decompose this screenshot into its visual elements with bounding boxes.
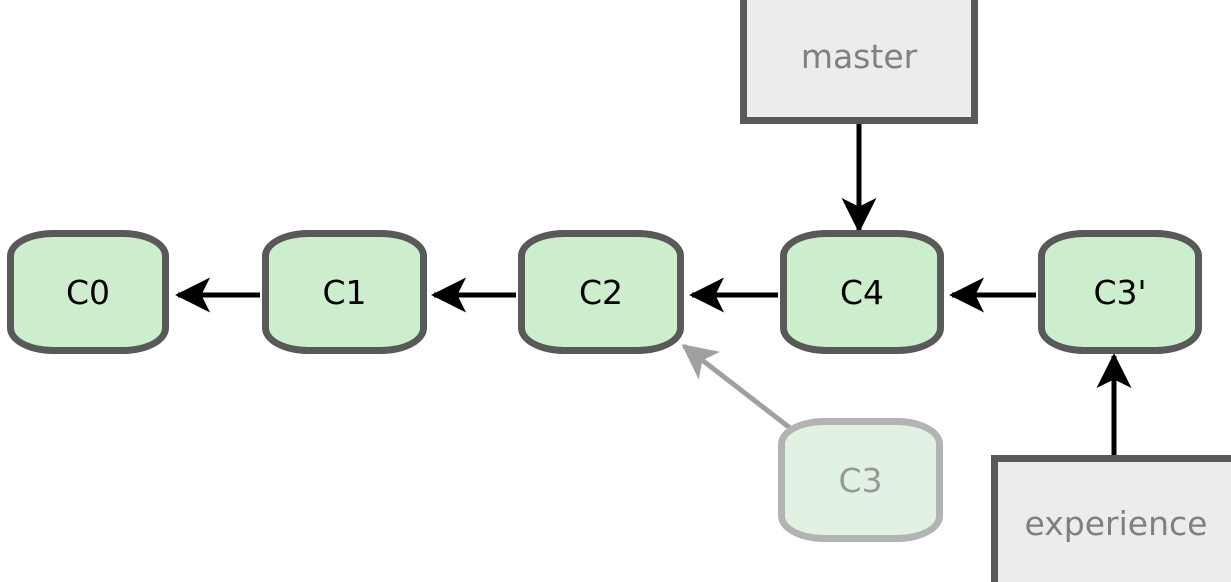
commit-node-c4[interactable]: C4 [780, 230, 944, 354]
commit-node-c3-obsolete[interactable]: C3 [778, 418, 943, 542]
branch-ref-master[interactable]: master [740, 0, 978, 124]
git-diagram-canvas: C0 C1 C2 C4 C3' C3 master experience [0, 0, 1231, 582]
commit-label: C1 [322, 272, 367, 312]
commit-node-c3-prime[interactable]: C3' [1038, 230, 1202, 354]
commit-node-c0[interactable]: C0 [7, 230, 169, 354]
commit-label: C3' [1093, 272, 1147, 312]
edge-c3-to-c2-faded [681, 344, 792, 430]
commit-node-c2[interactable]: C2 [518, 230, 684, 354]
commit-label: C0 [65, 272, 111, 312]
branch-ref-label: master [800, 36, 918, 76]
branch-ref-label: experience [1024, 503, 1208, 543]
commit-label: C3 [838, 460, 883, 500]
branch-ref-experience[interactable]: experience [991, 455, 1231, 582]
commit-label: C4 [839, 272, 885, 312]
commit-node-c1[interactable]: C1 [262, 230, 427, 354]
commit-label: C2 [578, 272, 624, 312]
